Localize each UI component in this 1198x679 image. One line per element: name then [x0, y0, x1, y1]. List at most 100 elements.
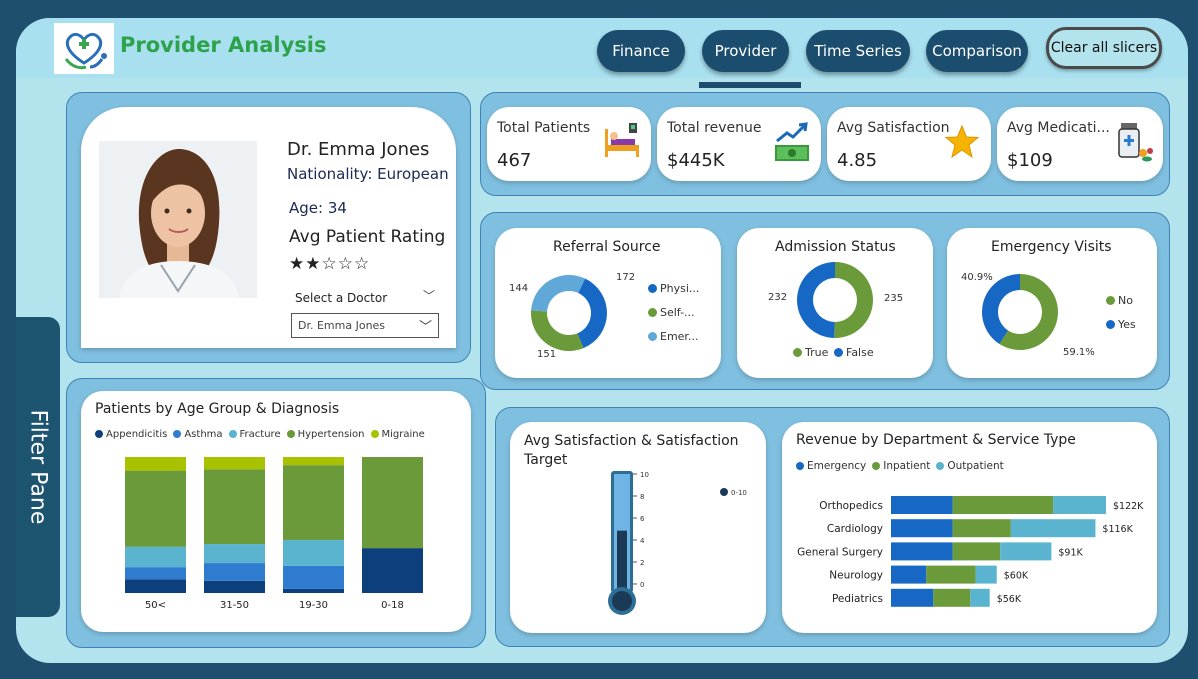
stacked-bar-segment[interactable]	[204, 469, 265, 545]
star-icon	[944, 124, 980, 159]
doctor-select-dropdown[interactable]: Dr. Emma Jones ﹀	[291, 313, 439, 338]
legend-swatch	[1106, 320, 1115, 329]
stacked-bar-segment[interactable]	[204, 580, 265, 593]
nav-provider-button[interactable]: Provider	[699, 30, 801, 88]
stacked-bar-segment[interactable]	[891, 496, 953, 514]
selected-doctor: Dr. Emma Jones	[298, 319, 386, 332]
kpi-value: 467	[497, 150, 532, 171]
filter-pane-toggle[interactable]: Filter Pane	[16, 317, 60, 617]
legend-swatch	[834, 348, 843, 357]
satisfaction-thermometer: 10 8 6 4 2 0	[608, 471, 649, 615]
donut-slice[interactable]	[577, 278, 607, 349]
stacked-bar-segment[interactable]	[283, 465, 344, 540]
legend-item[interactable]: Physi...	[648, 282, 699, 295]
nav-time-series-button[interactable]: Time Series	[806, 30, 910, 72]
nav-comparison-button[interactable]: Comparison	[926, 30, 1028, 72]
y-tick-label: Orthopedics	[819, 500, 883, 512]
kpi-value: 4.85	[837, 150, 878, 171]
stacked-bar-segment[interactable]	[204, 544, 265, 564]
kpi-card-total-revenue: Total revenue $445K	[657, 107, 821, 181]
profile-panel: Dr. Emma Jones Nationality: European Age…	[66, 92, 471, 363]
data-label: $116K	[1102, 524, 1133, 535]
nav-finance-button[interactable]: Finance	[597, 30, 685, 72]
stacked-bar-segment[interactable]	[891, 542, 953, 561]
stacked-bar-segment[interactable]	[891, 565, 927, 584]
stacked-bar-segment[interactable]	[975, 565, 997, 584]
admission-status-card: Admission Status 235 232 True False	[737, 228, 933, 378]
donut-slice[interactable]	[834, 262, 873, 338]
thermometer-value-fill[interactable]	[617, 530, 627, 594]
thermometer-bulb	[612, 591, 632, 611]
stacked-bar-segment[interactable]	[952, 519, 1011, 538]
stacked-bar-segment[interactable]	[1010, 519, 1096, 538]
x-tick-label: 31-50	[220, 600, 249, 611]
stacked-bar-segment[interactable]	[283, 565, 344, 589]
rating-label: Avg Patient Rating	[289, 227, 446, 247]
y-tick-label: 2	[640, 559, 644, 567]
x-tick-label: 19-30	[299, 600, 328, 611]
kpi-panel: Total Patients 467 Total revenue $445K A…	[480, 92, 1170, 196]
stacked-bar-segment[interactable]	[952, 542, 1001, 561]
legend-label: False	[846, 346, 874, 359]
legend-swatch	[793, 348, 802, 357]
data-label: $60K	[1004, 571, 1029, 582]
stacked-bar-segment[interactable]	[933, 588, 971, 607]
stacked-bar-segment[interactable]	[1000, 542, 1052, 561]
legend-label: Self-...	[660, 306, 695, 319]
y-tick-label: 0	[640, 581, 644, 589]
stacked-bar-segment[interactable]	[125, 579, 186, 593]
stacked-bar-segment[interactable]	[125, 567, 186, 580]
y-tick-label: General Surgery	[797, 546, 883, 558]
legend-item[interactable]: False	[834, 346, 874, 359]
clear-all-slicers-button[interactable]: Clear all slicers	[1046, 27, 1162, 69]
stacked-bar-segment[interactable]	[891, 519, 953, 538]
doctor-photo	[99, 141, 257, 298]
legend-item[interactable]: No	[1106, 294, 1133, 307]
legend-label: Physi...	[660, 282, 700, 295]
stacked-bar-segment[interactable]	[125, 457, 186, 471]
legend-swatch	[648, 284, 657, 293]
stacked-bar-segment[interactable]	[926, 565, 976, 584]
legend-label: True	[805, 346, 829, 359]
hospital-bed-icon	[605, 123, 639, 157]
revenue-stacked-bars: Orthopedics $122K Cardiology $116K General S…	[797, 496, 1144, 607]
stacked-bar-segment[interactable]	[204, 457, 265, 470]
rating-stars: ★★☆☆☆	[289, 254, 371, 274]
stacked-bar-segment[interactable]	[952, 496, 1054, 514]
legend-item[interactable]: Emer...	[648, 330, 698, 343]
stacked-bar-segment[interactable]	[283, 588, 344, 593]
age-group-stacked-bars: 50< 31-50 19-30 0-18	[125, 457, 423, 611]
stacked-bar-segment[interactable]	[891, 588, 934, 607]
filter-pane-label: Filter Pane	[25, 409, 51, 525]
target-legend: 0-10	[720, 488, 747, 497]
data-label: $91K	[1058, 547, 1083, 558]
stacked-bar-segment[interactable]	[283, 457, 344, 466]
donut-slice[interactable]	[796, 262, 835, 338]
chevron-down-icon: ﹀	[418, 320, 432, 335]
stacked-bar-segment[interactable]	[362, 548, 423, 593]
legend-item[interactable]: True	[793, 346, 828, 359]
kpi-value: $445K	[667, 150, 725, 171]
stacked-bar-segment[interactable]	[362, 457, 423, 549]
legend-item[interactable]: Self-...	[648, 306, 695, 319]
x-tick-label: 50<	[145, 600, 166, 611]
legend-label: Emer...	[660, 330, 699, 343]
stacked-bar-segment[interactable]	[283, 539, 344, 566]
donut-slice[interactable]	[531, 275, 586, 312]
heart-stethoscope-icon	[64, 32, 107, 70]
kpi-title: Total Patients	[497, 120, 591, 136]
stacked-bar-segment[interactable]	[1053, 496, 1106, 514]
kpi-card-avg-medication: Avg Medicati... $109	[997, 107, 1163, 181]
stacked-bar-segment[interactable]	[125, 470, 186, 547]
referral-source-card: Referral Source 172 151 144 Physi... Sel…	[495, 228, 721, 378]
profile-card: Dr. Emma Jones Nationality: European Age…	[81, 107, 456, 348]
donut-slice[interactable]	[531, 310, 584, 351]
y-tick-label: 4	[640, 537, 645, 545]
legend-item[interactable]: Yes	[1106, 318, 1136, 331]
money-growth-icon	[775, 122, 809, 161]
collapse-chevron-icon[interactable]: ﹀	[423, 287, 435, 304]
stacked-bar-segment[interactable]	[970, 588, 990, 607]
stacked-bar-segment[interactable]	[204, 563, 265, 581]
stacked-bar-segment[interactable]	[125, 546, 186, 568]
donut-value-label: 59.1%	[1063, 347, 1095, 358]
